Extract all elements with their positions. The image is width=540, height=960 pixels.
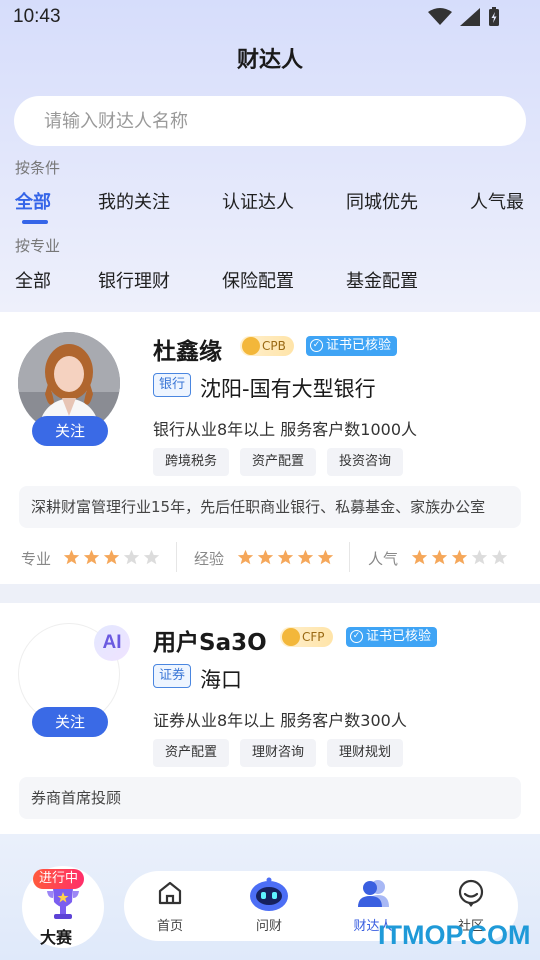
trophy-icon <box>47 888 79 919</box>
advisor-card[interactable]: AI 关注 用户Sa3O CFP ✓ 证书已核验 证券 海口 证券从业8年以上 … <box>0 603 540 834</box>
institution-name: 海口 <box>200 668 242 692</box>
tag-chip: 跨境税务 <box>153 448 230 476</box>
follow-button[interactable]: 关注 <box>32 416 108 446</box>
institution-type-tag: 银行 <box>153 373 192 397</box>
verified-badge: ✓ 证书已核验 <box>306 336 398 356</box>
tag-chip: 投资咨询 <box>327 448 404 476</box>
tab-all[interactable]: 全部 <box>15 188 51 214</box>
tab-specialty-all[interactable]: 全部 <box>15 267 51 293</box>
nav-home[interactable]: 首页 <box>130 871 210 941</box>
page-title: 财达人 <box>236 48 303 73</box>
star-empty-icon <box>471 549 488 565</box>
ai-robot-icon <box>250 877 288 911</box>
star-filled-icon <box>257 549 274 565</box>
medal-icon <box>242 337 260 355</box>
rating-stars-experience <box>237 549 334 566</box>
advisor-name: 用户Sa3O <box>153 630 267 656</box>
cert-badge: CPB <box>240 336 294 356</box>
star-filled-icon <box>277 549 294 565</box>
tab-my-follows[interactable]: 我的关注 <box>98 188 170 214</box>
cert-badge-label: CFP <box>302 630 325 644</box>
active-tab-indicator <box>22 220 48 224</box>
check-circle-icon: ✓ <box>350 630 363 643</box>
rating-stars-popularity <box>411 549 508 566</box>
ai-badge-icon: AI <box>94 625 130 661</box>
tab-certified[interactable]: 认证达人 <box>222 188 294 214</box>
advisor-description: 深耕财富管理行业15年，先后任职商业银行、私募基金、家族办公室 <box>19 486 521 528</box>
rating-divider <box>176 542 177 572</box>
advisor-description: 券商首席投顾 <box>19 777 521 819</box>
tab-same-city[interactable]: 同城优先 <box>346 188 418 214</box>
contest-label: 大赛 <box>40 928 73 947</box>
specialty-filter-label: 按专业 <box>15 237 61 255</box>
star-filled-icon <box>431 549 448 565</box>
home-icon <box>158 881 182 905</box>
star-filled-icon <box>297 549 314 565</box>
tab-bank-wealth[interactable]: 银行理财 <box>98 267 170 293</box>
status-time: 10:43 <box>13 6 61 27</box>
star-filled-icon <box>63 549 80 565</box>
tag-chip: 理财咨询 <box>240 739 317 767</box>
rating-divider <box>349 542 350 572</box>
client-count: 服务客户数1000人 <box>280 420 418 439</box>
watermark-logo: ITMOP.COM <box>378 920 531 950</box>
tab-fund[interactable]: 基金配置 <box>346 267 418 293</box>
nav-ai-ask[interactable]: 问财 <box>229 871 309 941</box>
star-filled-icon <box>83 549 100 565</box>
specialty-tabs: 全部 银行理财 保险配置 基金配置 <box>0 267 540 297</box>
verified-badge-label: 证书已核验 <box>326 338 392 353</box>
experience-text: 银行从业8年以上 服务客户数1000人 <box>153 416 417 440</box>
check-circle-icon: ✓ <box>310 339 323 352</box>
star-filled-icon <box>317 549 334 565</box>
follow-button[interactable]: 关注 <box>32 707 108 737</box>
card-divider <box>0 584 540 603</box>
star-filled-icon <box>451 549 468 565</box>
institution-type-tag: 证券 <box>153 664 192 688</box>
advisor-name: 杜鑫缘 <box>153 339 222 365</box>
verified-badge-label: 证书已核验 <box>366 629 432 644</box>
live-badge: 进行中 <box>33 869 85 889</box>
star-filled-icon <box>237 549 254 565</box>
search-input[interactable] <box>14 96 526 146</box>
verified-badge: ✓ 证书已核验 <box>346 627 438 647</box>
tab-insurance[interactable]: 保险配置 <box>222 267 294 293</box>
rating-label-experience: 经验 <box>194 550 225 568</box>
cert-badge: CFP <box>280 627 333 647</box>
wifi-icon <box>428 8 452 25</box>
nav-label: 问财 <box>255 919 282 934</box>
status-icons <box>428 7 500 27</box>
cert-badge-label: CPB <box>262 339 286 353</box>
star-empty-icon <box>491 549 508 565</box>
star-filled-icon <box>411 549 428 565</box>
tag-chip: 理财规划 <box>327 739 404 767</box>
advisor-card[interactable]: 关注 杜鑫缘 CPB ✓ 证书已核验 银行 沈阳-国有大型银行 银行从业8年以上… <box>0 312 540 584</box>
chat-icon <box>458 879 484 907</box>
ai-badge-label: AI <box>102 632 122 653</box>
star-filled-icon <box>103 549 120 565</box>
people-icon <box>358 880 389 907</box>
rating-label-popularity: 人气 <box>368 550 399 568</box>
tag-chip: 资产配置 <box>240 448 317 476</box>
rating-stars-professional <box>63 549 160 566</box>
tag-chip: 资产配置 <box>153 739 230 767</box>
experience-years: 证券从业8年以上 <box>153 711 276 730</box>
star-empty-icon <box>143 549 160 565</box>
institution-name: 沈阳-国有大型银行 <box>200 377 376 401</box>
rating-label-professional: 专业 <box>21 550 52 568</box>
star-empty-icon <box>123 549 140 565</box>
battery-icon <box>489 7 499 26</box>
tab-popular[interactable]: 人气最 <box>470 188 524 214</box>
signal-icon <box>460 8 480 26</box>
medal-icon <box>282 628 300 646</box>
client-count: 服务客户数300人 <box>280 711 407 730</box>
experience-text: 证券从业8年以上 服务客户数300人 <box>153 707 407 731</box>
condition-tabs: 全部 我的关注 认证达人 同城优先 人气最 <box>0 188 540 218</box>
status-bar: 10:43 <box>0 0 540 34</box>
nav-label: 首页 <box>156 919 183 934</box>
condition-filter-label: 按条件 <box>15 159 61 177</box>
experience-years: 银行从业8年以上 <box>153 420 276 439</box>
